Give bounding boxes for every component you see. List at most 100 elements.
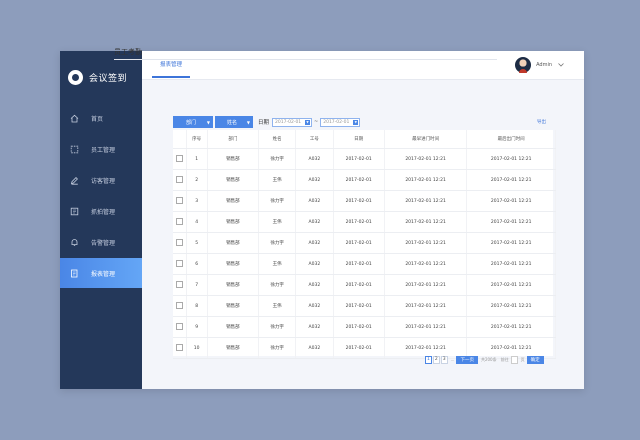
table-cell: 7 (186, 274, 208, 296)
sidebar-item-home[interactable]: 首页 (60, 103, 142, 133)
app-title: 会议签到 (89, 73, 128, 84)
sidebar-item-label: 员工管理 (91, 146, 116, 154)
sidebar-item-label: 访客管理 (91, 177, 116, 185)
row-checkbox[interactable] (175, 196, 183, 204)
date-separator: ~ (314, 119, 319, 125)
export-link[interactable]: 导出 (537, 119, 546, 125)
date-start-value: 2017-02-01 (275, 119, 302, 125)
sidebar-item-capture[interactable]: 抓拍管理 (60, 196, 142, 226)
table-cell: 5 (186, 232, 208, 254)
photo-icon (70, 207, 79, 216)
table-cell: 销售部 (207, 211, 260, 233)
sidebar-item-label: 抓拍管理 (91, 208, 116, 216)
date-end-value: 2017-02-01 (323, 119, 350, 125)
goto-page-input[interactable] (510, 355, 518, 364)
table-cell: 2017-02-01 12:21 (384, 211, 468, 233)
date-end-picker[interactable]: 2017-02-01 ▼ (320, 117, 361, 127)
app-logo: 会议签到 (68, 68, 127, 86)
row-checkbox[interactable] (175, 259, 183, 267)
table-cell: 2017-02-01 12:21 (466, 211, 556, 233)
row-checkbox[interactable] (175, 322, 183, 330)
caret-down-icon: ▼ (246, 119, 250, 125)
row-checkbox-cell (173, 337, 187, 359)
table-cell: 销售部 (207, 316, 260, 338)
table-cell: 2017-02-01 (333, 190, 385, 212)
date-label: 日期 (258, 120, 270, 126)
table-cell: 2017-02-01 (333, 211, 385, 233)
user-name: Admin (536, 62, 552, 68)
chevron-down-icon (558, 62, 564, 69)
department-dropdown[interactable]: 部门 ▼ (173, 116, 213, 128)
table-cell: 2017-02-01 12:21 (384, 232, 468, 254)
table-cell: 销售部 (207, 232, 260, 254)
page-button[interactable]: 2 (432, 355, 440, 364)
row-checkbox[interactable] (175, 175, 183, 183)
table-cell: 徐力宇 (258, 148, 297, 170)
table-cell: A032 (295, 295, 334, 317)
table-cell: 2017-02-01 12:21 (384, 253, 468, 275)
table-cell: 2017-02-01 12:21 (466, 169, 556, 191)
table-row: 5 销售部 徐力宇 A032 2017-02-01 2017-02-01 12:21 201… (173, 232, 556, 254)
attendance-table: 序号 部门 姓名 工号 日期 最早进门时间 最后出门时间 1 销售部 徐力宇 A032… (173, 130, 556, 359)
table-cell: 6 (186, 253, 208, 275)
table-cell: 8 (186, 295, 208, 317)
row-checkbox[interactable] (175, 154, 183, 162)
page-button[interactable]: 3 (440, 355, 448, 364)
caret-down-icon: ▼ (305, 119, 311, 125)
table-cell: 2017-02-01 12:21 (466, 232, 556, 254)
date-start-picker[interactable]: 2017-02-01 ▼ (272, 117, 313, 127)
department-dropdown-label: 部门 (186, 119, 197, 126)
row-checkbox[interactable] (175, 343, 183, 351)
table-cell: 2017-02-01 12:21 (466, 253, 556, 275)
table-cell: 销售部 (207, 337, 260, 359)
bell-icon (70, 238, 79, 247)
sidebar-item-label: 首页 (91, 115, 104, 123)
table-cell: 1 (186, 148, 208, 170)
name-dropdown[interactable]: 姓名 ▼ (215, 116, 253, 128)
table-cell: 销售部 (207, 148, 260, 170)
column-header: 最早进门时间 (384, 130, 468, 149)
title-divider (114, 59, 497, 60)
table-cell: 9 (186, 316, 208, 338)
table-cell: 2017-02-01 (333, 274, 385, 296)
table-cell: 销售部 (207, 274, 260, 296)
table-cell: 2017-02-01 (333, 337, 385, 359)
row-checkbox[interactable] (175, 238, 183, 246)
table-cell: 2017-02-01 (333, 169, 385, 191)
table-cell: 2017-02-01 12:21 (384, 316, 468, 338)
table-row: 6 销售部 王伟 A032 2017-02-01 2017-02-01 12:21 2017… (173, 253, 556, 275)
page-button[interactable]: 1 (425, 355, 432, 364)
table-cell: A032 (295, 337, 334, 359)
user-menu[interactable]: Admin (515, 57, 564, 73)
row-checkbox-cell (173, 253, 187, 275)
confirm-button[interactable]: 确定 (526, 355, 544, 364)
sidebar-item-staff[interactable]: 员工管理 (60, 134, 142, 164)
table-cell: 2017-02-01 12:21 (466, 274, 556, 296)
sidebar-item-reports[interactable]: 报表管理 (60, 258, 142, 288)
next-page-button[interactable]: 下一页 (456, 355, 478, 364)
table-cell: 销售部 (207, 190, 260, 212)
table-cell: 王伟 (258, 211, 297, 233)
table-cell: 徐力宇 (258, 190, 297, 212)
pagination: 1 2 3 ... 下一页 共200条 前往 页 确定 (425, 355, 545, 364)
table-row: 3 销售部 徐力宇 A032 2017-02-01 2017-02-01 12:21 201… (173, 190, 556, 212)
row-checkbox-cell (173, 169, 187, 191)
table-cell: 2017-02-01 (333, 148, 385, 170)
row-checkbox[interactable] (175, 280, 183, 288)
top-bar: 报表管理 Admin (142, 51, 584, 80)
table-cell: 2017-02-01 12:21 (384, 169, 468, 191)
total-count: 共200条 (480, 356, 497, 362)
table-row: 2 销售部 王伟 A032 2017-02-01 2017-02-01 12:21 2017… (173, 169, 556, 191)
row-checkbox[interactable] (175, 301, 183, 309)
sidebar-item-label: 报表管理 (91, 270, 116, 278)
tab-reports[interactable]: 报表管理 (152, 51, 191, 78)
column-header: 工号 (295, 130, 334, 149)
sidebar-item-visitors[interactable]: 访客管理 (60, 165, 142, 195)
sidebar-item-alerts[interactable]: 告警管理 (60, 227, 142, 257)
avatar (515, 57, 532, 73)
row-checkbox[interactable] (175, 217, 183, 225)
table-cell: 2017-02-01 (333, 316, 385, 338)
caret-down-icon: ▼ (206, 119, 210, 125)
table-cell: 4 (186, 211, 208, 233)
table-cell: 徐力宇 (258, 232, 297, 254)
